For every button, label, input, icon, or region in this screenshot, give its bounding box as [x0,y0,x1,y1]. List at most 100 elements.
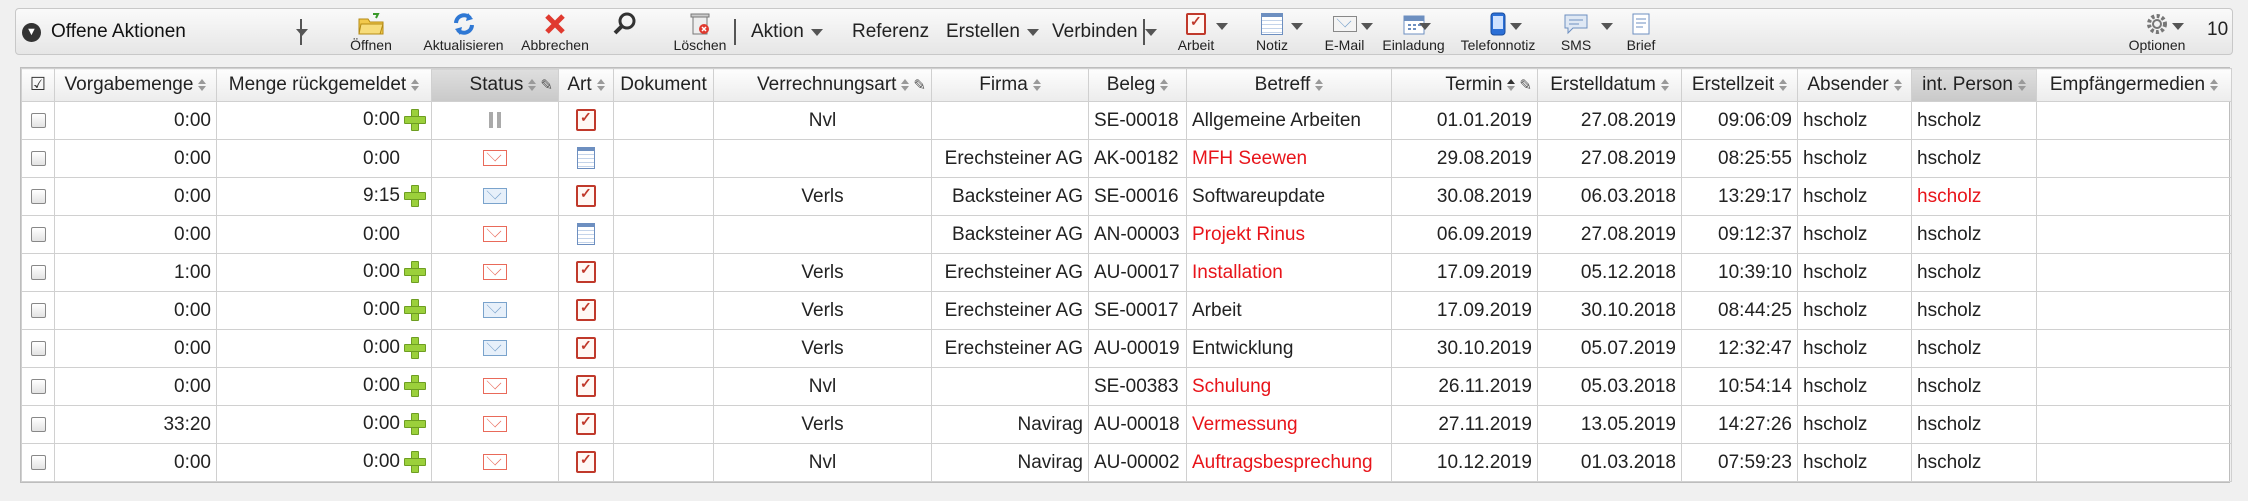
notiz-dropdown-icon[interactable] [1291,23,1303,30]
col-empfaenger[interactable]: Empfängermedien [2036,68,2232,102]
row-checkbox[interactable] [30,150,46,166]
col-erstelldatum[interactable]: Erstelldatum [1537,68,1682,102]
sort-icon [1315,78,1324,91]
col-label: Verrechnungsart [757,74,897,95]
arbeit-dropdown-icon[interactable] [1216,23,1228,30]
row-checkbox[interactable] [30,416,46,432]
aktion-menu[interactable]: Aktion [751,21,823,43]
col-firma[interactable]: Firma [931,68,1089,102]
row-checkbox[interactable] [30,302,46,318]
delete-button[interactable]: Löschen [670,11,730,55]
einladung-button[interactable]: Einladung [1376,11,1451,55]
row-checkbox[interactable] [30,340,46,356]
arbeit-button[interactable]: Arbeit [1166,11,1226,55]
col-vorgabemenge[interactable]: Vorgabemenge [54,68,217,102]
table-row[interactable]: 1:00 0:00 VerlsErechsteiner AGAU-00017Inst… [21,253,2232,292]
col-status[interactable]: Status ✎ [431,68,559,102]
col-absender[interactable]: Absender [1797,68,1912,102]
row-checkbox-cell[interactable] [21,139,55,178]
cell-betreff: Installation [1186,253,1392,292]
plus-icon[interactable] [404,337,426,360]
col-betreff[interactable]: Betreff [1186,68,1392,102]
email-dropdown-icon[interactable] [1361,23,1373,30]
page-size[interactable]: 10 [2207,19,2228,41]
options-dropdown-icon[interactable] [2172,23,2184,30]
col-int-person[interactable]: int. Person [1911,68,2037,102]
menge-value: 0:00 [363,413,400,435]
table-row[interactable]: 0:00 0:00 Erechsteiner AG AK-00182 MFH Seewe… [21,139,2232,178]
cell-menge: 0:00 [216,139,432,178]
table-row[interactable]: 0:00 0:00 VerlsErechsteiner AGAU-00019Entw… [21,329,2232,368]
plus-icon[interactable] [404,109,426,132]
gear-icon [2144,11,2170,37]
table-row[interactable]: 0:00 9:15 VerlsBacksteiner AGSE-00016Softw… [21,177,2232,216]
cell-beleg: AU-00017 [1088,253,1187,292]
row-checkbox[interactable] [30,454,46,470]
table-row[interactable]: 33:20 0:00 VerlsNaviragAU-00018Vermessung2… [21,405,2232,444]
cancel-button[interactable]: Abbrechen [518,11,592,55]
cell-erstelldatum: 27.08.2019 [1537,215,1682,254]
sort-icon [2017,78,2026,91]
row-checkbox[interactable] [30,264,46,280]
cell-termin: 01.01.2019 [1391,101,1538,140]
erstellen-menu[interactable]: Erstellen [946,21,1039,43]
row-checkbox-cell[interactable] [21,367,55,406]
view-selector[interactable]: ▼ Offene Aktionen [22,17,314,47]
select-all-checkbox[interactable]: ☑ [21,68,55,102]
cell-int-person: hscholz [1911,253,2037,292]
row-checkbox[interactable] [30,188,46,204]
col-erstellzeit[interactable]: Erstellzeit [1681,68,1798,102]
col-termin[interactable]: Termin ✎ [1391,68,1538,102]
table-row[interactable]: 0:00 0:00 Nvl SE-00383Schulung26.11.201905.… [21,367,2232,406]
telefonnotiz-dropdown-icon[interactable] [1510,23,1522,30]
referenz-menu[interactable]: Referenz [852,21,929,43]
row-checkbox[interactable] [30,226,46,242]
options-button[interactable]: Optionen [2121,11,2193,55]
search-button[interactable] [610,11,640,55]
plus-icon[interactable] [404,413,426,436]
chevron-down-icon: ▼ [22,22,41,42]
row-checkbox-cell[interactable] [21,101,55,140]
col-dokument[interactable]: Dokument [613,68,714,102]
brief-button[interactable]: Brief [1616,11,1666,55]
row-checkbox[interactable] [30,112,46,128]
row-checkbox-cell[interactable] [21,215,55,254]
plus-icon[interactable] [404,261,426,284]
sms-button[interactable]: SMS [1546,11,1606,55]
letter-icon [1631,11,1651,37]
col-art[interactable]: Art [558,68,614,102]
table-row[interactable]: 0:00 0:00 VerlsErechsteiner AGSE-00017Arbe… [21,291,2232,330]
col-menge[interactable]: Menge rückgemeldet [216,68,432,102]
sms-dropdown-icon[interactable] [1601,23,1613,30]
notiz-button[interactable]: Notiz [1242,11,1302,55]
email-button[interactable]: E-Mail [1312,11,1377,55]
row-checkbox-cell[interactable] [21,291,55,330]
col-beleg[interactable]: Beleg [1088,68,1187,102]
row-checkbox-cell[interactable] [21,177,55,216]
table-row[interactable]: 0:00 0:00 Backsteiner AG AN-00003 Projekt Ri… [21,215,2232,254]
cell-empfaenger [2036,139,2232,178]
plus-icon[interactable] [404,185,426,208]
einladung-dropdown-icon[interactable] [1419,23,1431,30]
cell-int-person: hscholz [1911,367,2037,406]
row-checkbox-cell[interactable] [21,253,55,292]
checkbox-checked-icon: ☑ [29,74,47,94]
col-verrechnungsart[interactable]: Verrechnungsart ✎ [713,68,932,102]
cell-int-person: hscholz [1911,291,2037,330]
table-row[interactable]: 0:00 0:00 Nvl SE-00018Allgemeine Arbeiten01… [21,101,2232,140]
telefonnotiz-button[interactable]: Telefonnotiz [1453,11,1543,55]
table-row[interactable]: 0:00 0:00 NvlNaviragAU-00002Auftragsbespre… [21,443,2232,482]
cell-dokument [613,329,714,368]
verbinden-menu[interactable]: Verbinden [1052,21,1157,43]
sort-icon [1660,78,1669,91]
plus-icon[interactable] [404,299,426,322]
row-checkbox-cell[interactable] [21,329,55,368]
refresh-button[interactable]: Aktualisieren [416,11,511,55]
open-button[interactable]: Öffnen [336,11,406,55]
row-checkbox-cell[interactable] [21,405,55,444]
row-checkbox-cell[interactable] [21,443,55,482]
row-checkbox[interactable] [30,378,46,394]
pencil-icon: ✎ [540,76,553,94]
plus-icon[interactable] [404,375,426,398]
plus-icon[interactable] [404,451,426,474]
